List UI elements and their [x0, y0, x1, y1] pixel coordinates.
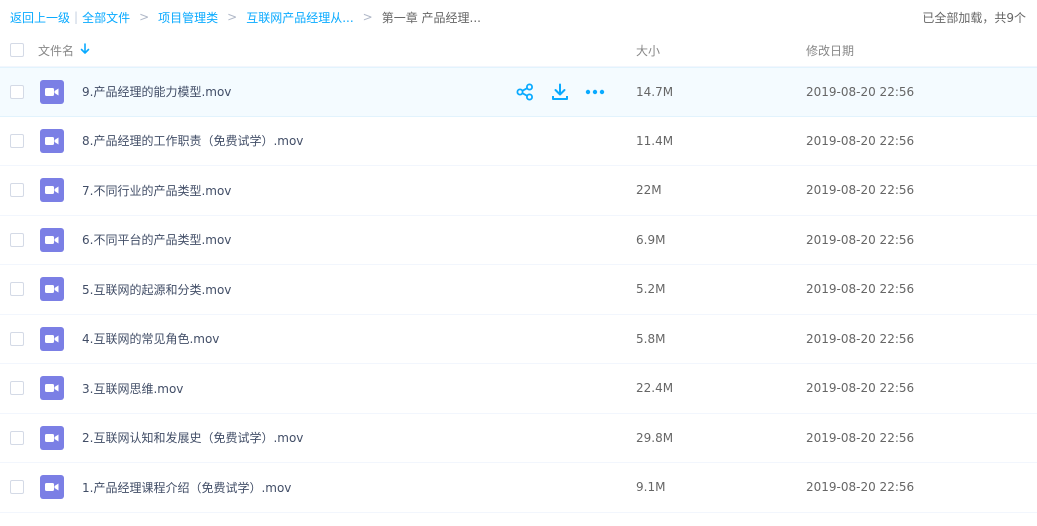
row-checkbox[interactable]: [10, 282, 24, 297]
video-icon: [40, 128, 64, 153]
file-size: 14.7M: [636, 84, 674, 99]
file-size: 22M: [636, 183, 662, 198]
file-size: 5.2M: [636, 282, 666, 297]
row-checkbox[interactable]: [10, 430, 24, 445]
file-date: 2019-08-20 22:56: [806, 133, 915, 148]
file-date: 2019-08-20 22:56: [806, 84, 915, 99]
row-checkbox[interactable]: [10, 133, 24, 148]
file-name[interactable]: 8.产品经理的工作职责（免费试学）.mov: [82, 132, 303, 149]
select-all-checkbox[interactable]: [10, 43, 24, 57]
row-checkbox[interactable]: [10, 480, 24, 495]
row-actions: [515, 82, 620, 102]
file-row[interactable]: 2.互联网认知和发展史（免费试学）.mov 29.8M 2019-08-20 2…: [0, 414, 1037, 463]
row-checkbox[interactable]: [10, 331, 24, 346]
column-header-date[interactable]: 修改日期: [806, 42, 854, 59]
file-name[interactable]: 5.互联网的起源和分类.mov: [82, 281, 231, 298]
breadcrumb-arrow-icon: >: [227, 10, 238, 24]
file-date: 2019-08-20 22:56: [806, 282, 915, 297]
file-name[interactable]: 7.不同行业的产品类型.mov: [82, 182, 231, 199]
breadcrumb-folder-project-mgmt[interactable]: 项目管理类: [158, 9, 218, 26]
row-checkbox[interactable]: [10, 183, 24, 198]
file-date: 2019-08-20 22:56: [806, 381, 915, 396]
video-icon: [40, 227, 64, 252]
breadcrumb-current: 第一章 产品经理...: [381, 10, 481, 25]
file-date: 2019-08-20 22:56: [806, 430, 915, 445]
file-row[interactable]: 6.不同平台的产品类型.mov 6.9M 2019-08-20 22:56: [0, 216, 1037, 265]
top-bar: 返回上一级 | 全部文件 > 项目管理类 > 互联网产品经理从... > 第一章…: [0, 0, 1037, 34]
row-checkbox[interactable]: [10, 84, 24, 99]
file-name[interactable]: 2.互联网认知和发展史（免费试学）.mov: [82, 429, 303, 446]
all-files-link[interactable]: 全部文件: [82, 9, 130, 26]
more-icon[interactable]: [585, 82, 605, 102]
file-size: 5.8M: [636, 331, 666, 346]
sort-down-arrow-icon[interactable]: [80, 42, 90, 58]
back-link[interactable]: 返回上一级: [10, 9, 70, 26]
share-icon[interactable]: [515, 82, 535, 102]
file-size: 29.8M: [636, 430, 674, 445]
column-header-name-label: 文件名: [38, 43, 75, 58]
loaded-count-text: 已全部加载，共9个: [922, 10, 1026, 25]
file-size: 11.4M: [636, 133, 674, 148]
file-row[interactable]: 3.互联网思维.mov 22.4M 2019-08-20 22:56: [0, 364, 1037, 414]
file-name[interactable]: 6.不同平台的产品类型.mov: [82, 231, 231, 248]
column-header-name[interactable]: 文件名: [38, 42, 90, 59]
file-size: 9.1M: [636, 480, 666, 495]
list-header: 文件名 大小 修改日期: [0, 34, 1037, 67]
breadcrumb-divider: |: [74, 10, 79, 24]
row-checkbox[interactable]: [10, 381, 24, 396]
video-icon: [40, 475, 64, 500]
file-name[interactable]: 3.互联网思维.mov: [82, 380, 183, 397]
file-row[interactable]: 9.产品经理的能力模型.mov 14.7M 2019-08-20 22:56: [0, 67, 1037, 117]
file-row[interactable]: 5.互联网的起源和分类.mov 5.2M 2019-08-20 22:56: [0, 265, 1037, 315]
breadcrumb-folder-pm-course[interactable]: 互联网产品经理从...: [246, 9, 353, 26]
file-name[interactable]: 4.互联网的常见角色.mov: [82, 330, 219, 347]
file-row[interactable]: 8.产品经理的工作职责（免费试学）.mov 11.4M 2019-08-20 2…: [0, 117, 1037, 166]
video-icon: [40, 79, 64, 104]
video-icon: [40, 425, 64, 450]
file-row[interactable]: 7.不同行业的产品类型.mov 22M 2019-08-20 22:56: [0, 166, 1037, 216]
file-name[interactable]: 9.产品经理的能力模型.mov: [82, 83, 231, 100]
breadcrumb-arrow-icon: >: [139, 10, 150, 24]
file-date: 2019-08-20 22:56: [806, 232, 915, 247]
file-date: 2019-08-20 22:56: [806, 183, 915, 198]
video-icon: [40, 277, 64, 302]
video-icon: [40, 326, 64, 351]
file-row[interactable]: 4.互联网的常见角色.mov 5.8M 2019-08-20 22:56: [0, 315, 1037, 364]
row-checkbox[interactable]: [10, 232, 24, 247]
video-icon: [40, 178, 64, 203]
file-size: 6.9M: [636, 232, 666, 247]
breadcrumb-arrow-icon: >: [362, 10, 373, 24]
file-size: 22.4M: [636, 381, 674, 396]
breadcrumb: 返回上一级 | 全部文件 > 项目管理类 > 互联网产品经理从... > 第一章…: [10, 9, 481, 26]
file-name[interactable]: 1.产品经理课程介绍（免费试学）.mov: [82, 479, 291, 496]
column-header-size[interactable]: 大小: [636, 42, 660, 59]
file-list: 9.产品经理的能力模型.mov 14.7M 2019-08-20 22:56 8…: [0, 67, 1037, 513]
file-date: 2019-08-20 22:56: [806, 331, 915, 346]
file-row[interactable]: 1.产品经理课程介绍（免费试学）.mov 9.1M 2019-08-20 22:…: [0, 463, 1037, 513]
file-date: 2019-08-20 22:56: [806, 480, 915, 495]
download-icon[interactable]: [550, 82, 570, 102]
video-icon: [40, 376, 64, 401]
